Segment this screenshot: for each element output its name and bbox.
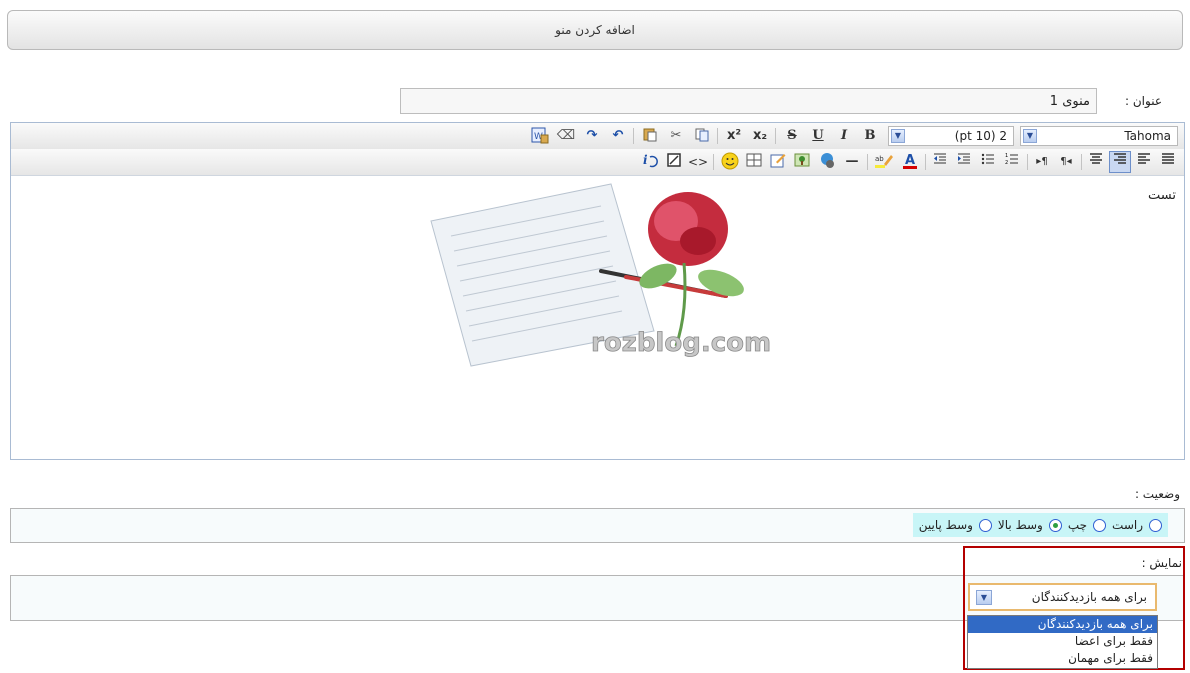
status-option-label: وسط پایین (918, 518, 973, 532)
display-dropdown-list: برای همه بازدیدکنندگان فقط برای اعضا فقط… (967, 615, 1158, 669)
status-box: راست چپ وسط بالا وسط پایین (10, 508, 1185, 543)
undo-icon[interactable]: ↶ (608, 126, 628, 146)
status-option-label: راست (1112, 518, 1143, 532)
dropdown-option[interactable]: فقط برای مهمان (968, 650, 1157, 667)
title-label: عنوان : (1125, 94, 1162, 108)
status-label: وضعیت : (1134, 487, 1180, 501)
link-icon[interactable] (818, 152, 838, 172)
svg-text:i: i (643, 153, 648, 167)
table-icon[interactable] (744, 152, 764, 172)
ordered-list-icon[interactable]: 12 (1002, 152, 1022, 172)
redo-icon[interactable]: ↷ (582, 126, 602, 146)
align-left-icon[interactable] (1134, 152, 1154, 172)
indent-icon[interactable] (954, 152, 974, 172)
status-radio-group: راست چپ وسط بالا وسط پایین (912, 513, 1168, 537)
paste-icon[interactable] (640, 126, 660, 146)
image-watermark: rozblog.com (591, 328, 771, 358)
source-code-icon[interactable]: <> (688, 152, 708, 172)
italic-icon[interactable]: I (834, 126, 854, 146)
dropdown-option[interactable]: برای همه بازدیدکنندگان (968, 616, 1157, 633)
display-label: نمایش : (1141, 556, 1182, 570)
status-radio-top-center[interactable] (1048, 518, 1062, 532)
paste-word-icon[interactable]: W (530, 126, 550, 146)
edit-icon[interactable] (768, 152, 788, 172)
unordered-list-icon[interactable] (978, 152, 998, 172)
underline-icon[interactable]: U (808, 126, 828, 146)
editor-toolbar-row-2: ¶◂ ▸¶ 12 A ab — <> i (11, 149, 1184, 176)
editor-text: تست (1148, 188, 1176, 203)
status-radio-bottom-center[interactable] (978, 518, 992, 532)
title-input[interactable] (400, 88, 1097, 114)
editor-content-area[interactable]: تست rozblog.com (11, 176, 1184, 459)
page-header: اضافه کردن منو (7, 10, 1183, 50)
page-title: اضافه کردن منو (555, 23, 635, 37)
dropdown-option[interactable]: فقط برای اعضا (968, 633, 1157, 650)
svg-text:2: 2 (1005, 160, 1008, 166)
status-option-label: چپ (1067, 518, 1088, 532)
display-select[interactable]: برای همه بازدیدکنندگان ▼ (968, 583, 1157, 611)
highlight-icon[interactable]: ab (874, 152, 894, 172)
rich-text-editor: Tahoma ▼ (pt 10) 2 ▼ B I U S x₂ x² ✂ ↶ ↷… (10, 122, 1185, 460)
chevron-down-icon[interactable]: ▼ (976, 590, 992, 605)
bold-icon[interactable]: B (860, 126, 880, 146)
about-icon[interactable]: i (640, 152, 660, 172)
subscript-icon[interactable]: x₂ (750, 126, 770, 146)
status-option-label: وسط بالا (997, 518, 1043, 532)
smiley-icon[interactable] (720, 152, 740, 172)
svg-text:A: A (905, 153, 915, 168)
cut-icon[interactable]: ✂ (666, 126, 686, 146)
rtl-icon[interactable]: ¶◂ (1056, 152, 1076, 172)
strikethrough-icon[interactable]: S (782, 126, 802, 146)
chevron-down-icon: ▼ (1023, 129, 1037, 143)
display-select-value: برای همه بازدیدکنندگان (1031, 590, 1147, 604)
font-size-select[interactable]: (pt 10) 2 ▼ (888, 126, 1014, 146)
editor-toolbar-row-1: Tahoma ▼ (pt 10) 2 ▼ B I U S x₂ x² ✂ ↶ ↷… (11, 123, 1184, 150)
maximize-icon[interactable] (664, 152, 684, 172)
align-right-icon[interactable] (1109, 151, 1131, 173)
svg-text:1: 1 (1005, 153, 1008, 159)
svg-text:ab: ab (875, 155, 884, 163)
status-radio-right[interactable] (1149, 518, 1162, 532)
eraser-icon[interactable]: ⌫ (556, 126, 576, 146)
font-name-select[interactable]: Tahoma ▼ (1020, 126, 1178, 146)
ltr-icon[interactable]: ▸¶ (1032, 152, 1052, 172)
superscript-icon[interactable]: x² (724, 126, 744, 146)
image-icon[interactable] (792, 152, 812, 172)
horizontal-rule-icon[interactable]: — (842, 152, 862, 172)
status-radio-left[interactable] (1093, 518, 1107, 532)
align-justify-icon[interactable] (1158, 152, 1178, 172)
outdent-icon[interactable] (930, 152, 950, 172)
copy-icon[interactable] (692, 126, 712, 146)
chevron-down-icon: ▼ (891, 129, 905, 143)
align-center-icon[interactable] (1086, 152, 1106, 172)
rozblog-image: rozblog.com (426, 181, 786, 371)
text-color-icon[interactable]: A (900, 152, 920, 172)
